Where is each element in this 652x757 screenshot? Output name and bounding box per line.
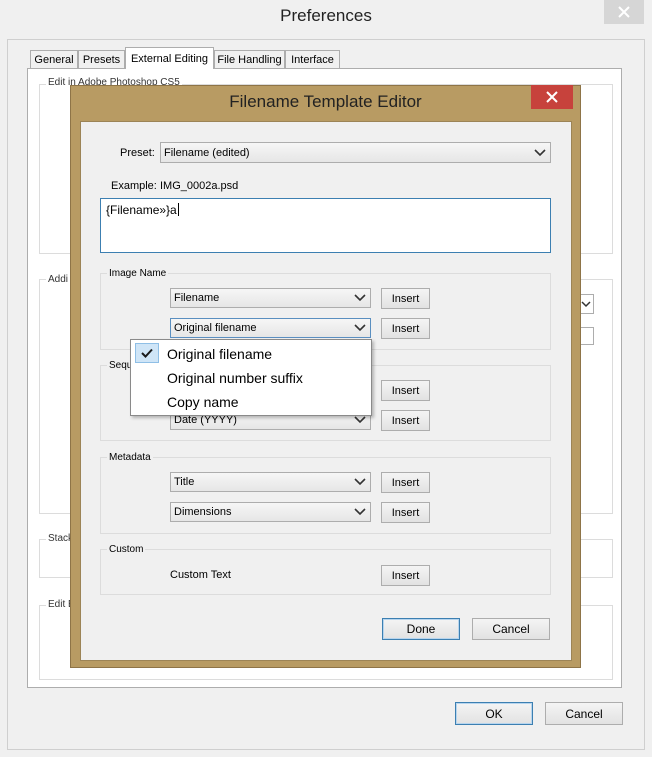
metadata-insert-button-2[interactable]: Insert — [381, 502, 430, 523]
token-text: {Filename»}a — [106, 203, 177, 217]
chevron-down-icon — [354, 478, 366, 486]
token-editor-field[interactable]: {Filename»}a — [100, 198, 551, 253]
metadata-select-2-value: Dimensions — [174, 506, 232, 518]
custom-group — [100, 549, 551, 595]
tab-general[interactable]: General — [30, 50, 78, 68]
image-name-select-2-value: Original filename — [174, 322, 257, 334]
preferences-cancel-button[interactable]: Cancel — [545, 702, 623, 725]
preset-label: Preset: — [120, 147, 155, 159]
image-name-insert-button-2[interactable]: Insert — [381, 318, 430, 339]
metadata-group-label: Metadata — [107, 452, 153, 463]
metadata-select-1-value: Title — [174, 476, 195, 488]
image-name-select-2[interactable]: Original filename — [170, 318, 371, 338]
metadata-insert-button-1[interactable]: Insert — [381, 472, 430, 493]
dropdown-option-label: Copy name — [167, 394, 239, 410]
text-caret — [177, 203, 179, 216]
close-icon — [546, 91, 558, 103]
dialog-title: Filename Template Editor — [229, 92, 422, 111]
dropdown-option-copy-name[interactable]: Copy name — [131, 390, 371, 414]
preset-select-value: Filename (edited) — [164, 146, 250, 159]
tab-external-editing[interactable]: External Editing — [125, 47, 214, 69]
custom-text-label: Custom Text — [170, 569, 231, 581]
dialog-cancel-button[interactable]: Cancel — [472, 618, 550, 640]
image-name-insert-button-1[interactable]: Insert — [381, 288, 430, 309]
bg-group-label-additional: Addi — [46, 274, 71, 285]
window-title: Preferences — [280, 6, 372, 25]
custom-group-label: Custom — [107, 544, 146, 555]
chevron-down-icon — [354, 324, 366, 332]
dialog-close-button[interactable] — [531, 85, 573, 109]
dropdown-option-original-number-suffix[interactable]: Original number suffix — [131, 366, 371, 390]
example-value: IMG_0002a.psd — [160, 180, 239, 192]
image-name-group-label: Image Name — [107, 268, 169, 279]
example-label: Example: — [111, 180, 157, 192]
sequence-insert-button-2[interactable]: Insert — [381, 410, 430, 431]
chevron-down-icon — [354, 416, 366, 424]
ok-button[interactable]: OK — [455, 702, 533, 725]
tab-presets[interactable]: Presets — [78, 50, 125, 68]
sequence-insert-button-1[interactable]: Insert — [381, 380, 430, 401]
dropdown-option-label: Original number suffix — [167, 370, 303, 386]
preset-select[interactable]: Filename (edited) — [160, 142, 551, 163]
metadata-select-1[interactable]: Title — [170, 472, 371, 492]
image-name-dropdown-list: Original filename Original number suffix… — [130, 339, 372, 416]
dropdown-option-label: Original filename — [167, 346, 273, 362]
chevron-down-icon — [581, 301, 591, 308]
tab-file-handling[interactable]: File Handling — [214, 50, 285, 68]
image-name-select-1-value: Filename — [174, 292, 220, 304]
metadata-select-2[interactable]: Dimensions — [170, 502, 371, 522]
done-button[interactable]: Done — [382, 618, 460, 640]
metadata-group — [100, 457, 551, 534]
chevron-down-icon — [354, 294, 366, 302]
close-icon — [618, 6, 630, 18]
chevron-down-icon — [534, 148, 546, 156]
chevron-down-icon — [354, 508, 366, 516]
dropdown-option-original-filename[interactable]: Original filename — [131, 342, 371, 366]
custom-insert-button[interactable]: Insert — [381, 565, 430, 586]
window-close-button[interactable] — [604, 0, 644, 24]
tab-interface[interactable]: Interface — [285, 50, 340, 68]
image-name-select-1[interactable]: Filename — [170, 288, 371, 308]
